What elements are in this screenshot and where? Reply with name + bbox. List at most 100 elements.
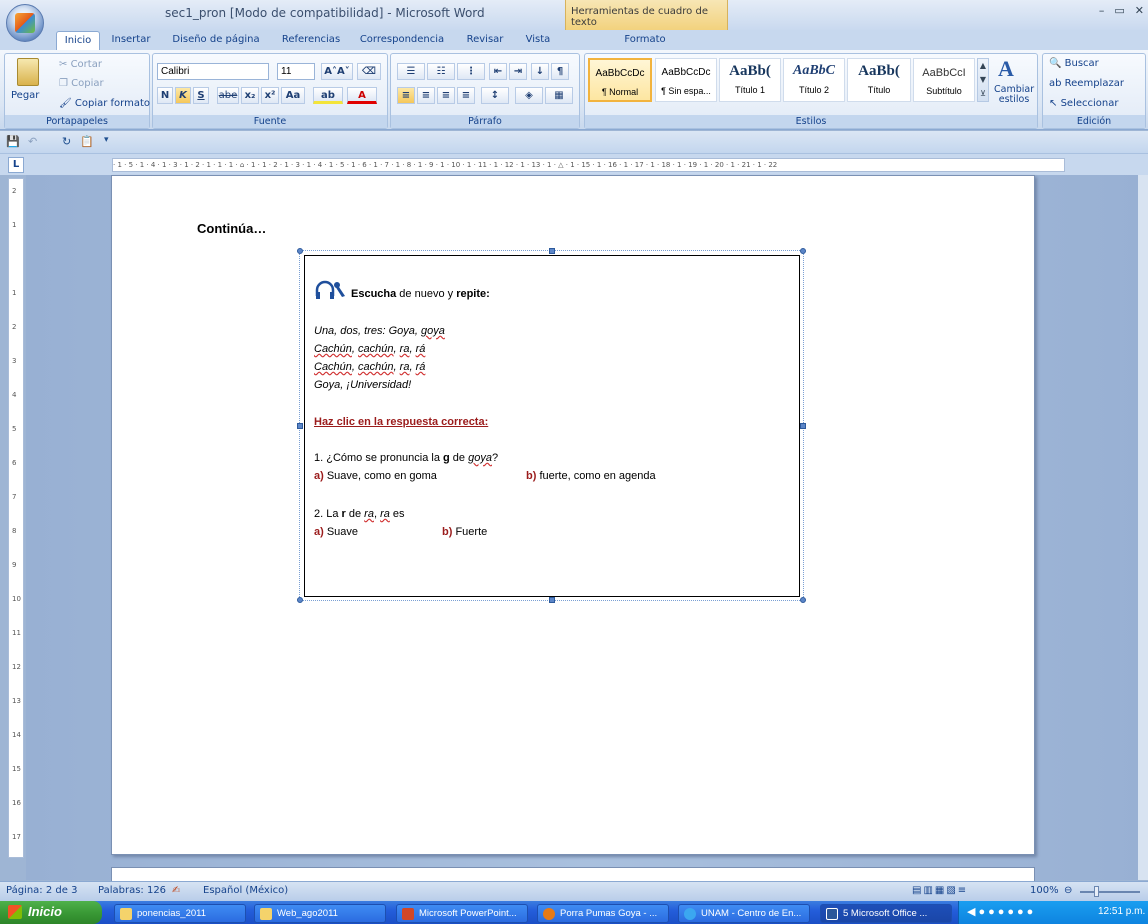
font-size-select[interactable]: 11 xyxy=(277,63,315,80)
language-indicator[interactable]: Español (México) xyxy=(203,885,288,896)
italic-button[interactable]: K xyxy=(175,87,191,104)
taskbar-item[interactable]: Porra Pumas Goya - ... xyxy=(537,904,669,923)
clock[interactable]: 12:51 p.m. xyxy=(1098,906,1145,917)
zoom-slider-thumb[interactable] xyxy=(1094,886,1099,897)
style-sin-espacio[interactable]: AaBbCcDc ¶ Sin espa... xyxy=(655,58,717,102)
tab-inicio[interactable]: Inicio xyxy=(56,31,100,51)
find-button[interactable]: 🔍 Buscar xyxy=(1049,58,1099,69)
vruler-mark: 4 xyxy=(12,391,17,399)
tab-formato[interactable]: Formato xyxy=(618,33,672,50)
text-box[interactable]: Escucha de nuevo y repite: Una, dos, tre… xyxy=(304,255,800,597)
superscript-button[interactable]: x² xyxy=(261,87,279,104)
zoom-slider[interactable] xyxy=(1080,891,1140,893)
q1-text: 1. ¿Cómo se pronuncia la xyxy=(314,452,444,464)
justify-icon[interactable]: ≡ xyxy=(457,87,475,104)
vertical-scrollbar[interactable] xyxy=(1138,175,1148,880)
redo-icon[interactable]: ↻ xyxy=(62,135,71,148)
taskbar-item[interactable]: ponencias_2011 xyxy=(114,904,246,923)
minimize-button[interactable]: – xyxy=(1099,4,1105,17)
cut-button[interactable]: ✂ Cortar xyxy=(59,59,102,70)
close-button[interactable]: ✕ xyxy=(1135,4,1144,17)
underline-button[interactable]: S xyxy=(193,87,209,104)
resize-handle[interactable] xyxy=(800,597,806,603)
strikethrough-button[interactable]: abe xyxy=(217,87,239,104)
change-case-button[interactable]: Aa xyxy=(281,87,305,104)
style-sample: AaBbC xyxy=(792,63,835,78)
align-center-icon[interactable]: ≡ xyxy=(417,87,435,104)
editing-group: 🔍 Buscar ab Reemplazar ↖ Seleccionar Edi… xyxy=(1042,53,1146,129)
word-count[interactable]: Palabras: 126 xyxy=(98,885,166,896)
grow-shrink-font-button[interactable]: A˄A˅ xyxy=(321,63,353,80)
horizontal-ruler[interactable]: · 1 · 5 · 1 · 4 · 1 · 3 · 1 · 2 · 1 · 1 … xyxy=(112,158,1065,172)
tab-diseno-de-pagina[interactable]: Diseño de página xyxy=(168,33,264,50)
resize-handle[interactable] xyxy=(800,423,806,429)
tab-referencias[interactable]: Referencias xyxy=(278,33,344,50)
q2-option-a[interactable]: a) Suave xyxy=(314,526,358,538)
tab-correspondencia[interactable]: Correspondencia xyxy=(356,33,448,50)
highlight-icon[interactable]: ab xyxy=(313,87,343,104)
customize-qat-icon[interactable]: ▾ xyxy=(104,135,109,145)
replace-button[interactable]: ab Reemplazar xyxy=(1049,78,1124,89)
resize-handle[interactable] xyxy=(297,248,303,254)
tab-revisar[interactable]: Revisar xyxy=(462,33,508,50)
borders-icon[interactable]: ▦ xyxy=(545,87,573,104)
vertical-ruler[interactable]: 2 1 1 2 3 4 5 6 7 8 9 10 11 12 13 14 15 16 17 xyxy=(8,178,24,858)
zoom-out-icon[interactable]: ⊖ xyxy=(1064,885,1072,896)
resize-handle[interactable] xyxy=(800,248,806,254)
subscript-button[interactable]: x₂ xyxy=(241,87,259,104)
undo-icon[interactable]: ↶ xyxy=(28,135,37,148)
style-normal[interactable]: AaBbCcDc ¶ Normal xyxy=(588,58,652,102)
increase-indent-icon[interactable]: ⇥ xyxy=(509,63,527,80)
office-button[interactable] xyxy=(6,4,44,42)
numbering-icon[interactable]: ☷ xyxy=(427,63,455,80)
page-count[interactable]: Página: 2 de 3 xyxy=(6,885,77,896)
restore-button[interactable]: ▭ xyxy=(1114,4,1124,17)
taskbar-item[interactable]: Web_ago2011 xyxy=(254,904,386,923)
clear-format-icon[interactable]: ⌫ xyxy=(357,63,381,80)
view-buttons-icon[interactable]: ▤▥▦▧≡ xyxy=(912,885,968,896)
zoom-level[interactable]: 100% xyxy=(1030,885,1059,896)
line-spacing-icon[interactable]: ↕ xyxy=(481,87,509,104)
resize-handle[interactable] xyxy=(549,248,555,254)
style-sample: AaBb( xyxy=(858,63,900,79)
styles-scroll-arrows-icon[interactable]: ▲ ▼ ⊻ xyxy=(977,58,989,102)
tab-selector[interactable]: L xyxy=(8,157,24,173)
taskbar-item[interactable]: 5 Microsoft Office ... xyxy=(820,904,952,923)
decrease-indent-icon[interactable]: ⇤ xyxy=(489,63,507,80)
paste-qat-icon[interactable]: 📋 xyxy=(80,135,94,148)
paste-button[interactable]: Pegar xyxy=(11,90,39,101)
align-right-icon[interactable]: ≡ xyxy=(437,87,455,104)
resize-handle[interactable] xyxy=(297,423,303,429)
resize-handle[interactable] xyxy=(549,597,555,603)
tray-icons-icon[interactable]: ◀●●●●●● xyxy=(967,905,1036,918)
resize-handle[interactable] xyxy=(297,597,303,603)
q1-option-b[interactable]: b) fuerte, como en agenda xyxy=(526,470,656,482)
q1-option-a[interactable]: a) Suave, como en goma xyxy=(314,470,437,482)
instruction-link[interactable]: Haz clic en la respuesta correcta: xyxy=(314,416,488,428)
start-button[interactable]: Inicio xyxy=(0,901,102,924)
save-icon[interactable]: 💾 xyxy=(6,135,20,148)
select-button[interactable]: ↖ Seleccionar xyxy=(1049,98,1118,109)
format-painter-button[interactable]: 🖌 Copiar formato xyxy=(59,98,150,109)
copy-button[interactable]: ❐ Copiar xyxy=(59,78,104,89)
pilcrow-icon[interactable]: ¶ xyxy=(551,63,569,80)
sort-icon[interactable]: ↓ xyxy=(531,63,549,80)
change-styles-button[interactable]: Cambiar estilos xyxy=(994,85,1034,105)
q2-option-b[interactable]: b) Fuerte xyxy=(442,526,487,538)
bold-button[interactable]: N xyxy=(157,87,173,104)
tab-insertar[interactable]: Insertar xyxy=(108,33,154,50)
multilevel-list-icon[interactable]: ⋮ xyxy=(457,63,485,80)
style-titulo-2[interactable]: AaBbC Título 2 xyxy=(783,58,845,102)
style-titulo-1[interactable]: AaBb( Título 1 xyxy=(719,58,781,102)
shading-icon[interactable]: ◈ xyxy=(515,87,543,104)
bullets-icon[interactable]: ☰ xyxy=(397,63,425,80)
tab-vista[interactable]: Vista xyxy=(520,33,556,50)
taskbar-item[interactable]: Microsoft PowerPoint... xyxy=(396,904,528,923)
font-family-select[interactable]: Calibri xyxy=(157,63,269,80)
style-titulo[interactable]: AaBb( Título xyxy=(847,58,911,102)
align-left-icon[interactable]: ≡ xyxy=(397,87,415,104)
font-color-icon[interactable]: A xyxy=(347,87,377,104)
style-subtitulo[interactable]: AaBbCcI Subtítulo xyxy=(913,58,975,102)
taskbar-item[interactable]: UNAM - Centro de En... xyxy=(678,904,810,923)
spellcheck-icon[interactable]: ✍ xyxy=(172,885,180,896)
